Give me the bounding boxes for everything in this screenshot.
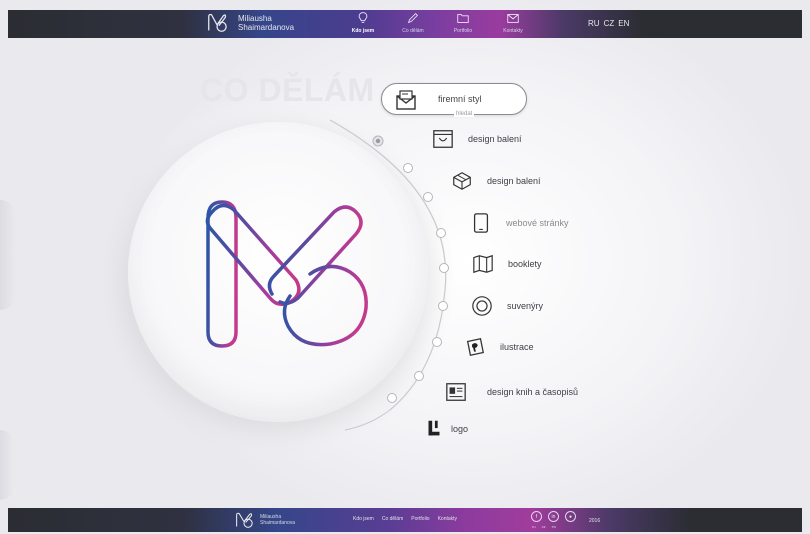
nav-label: Portfolio xyxy=(453,28,473,34)
service-ilustrace[interactable]: ilustrace xyxy=(464,336,534,358)
lang-cz[interactable]: CZ xyxy=(604,19,615,28)
footer-nav-kdo-jsem[interactable]: Kdo jsem xyxy=(353,516,374,522)
service-selected-label: firemní styl xyxy=(438,94,482,104)
lang-en[interactable]: EN xyxy=(618,19,629,28)
brand[interactable]: Miliausha Shaimardanova xyxy=(206,12,298,34)
nav-kontakty[interactable]: Kontakty xyxy=(488,11,538,34)
footer-nav-kontakty[interactable]: Kontakty xyxy=(438,516,457,522)
footer-lang-ru[interactable]: ru xyxy=(532,524,536,529)
service-selected-sub[interactable]: hledat xyxy=(454,111,475,117)
service-design-knih[interactable]: design knih a časopisů xyxy=(445,381,578,403)
service-label: logo xyxy=(451,424,469,434)
pencil-icon xyxy=(407,13,418,24)
language-switcher: RU CZ EN xyxy=(588,19,629,28)
service-label: webové stránky xyxy=(506,218,569,228)
service-label: design knih a časopisů xyxy=(487,387,579,397)
footer-nav-portfolio[interactable]: Portfolio xyxy=(411,516,429,522)
footer-lang-en[interactable]: en xyxy=(552,524,556,529)
footer-bar: Miliausha Shaimardanova Kdo jsem Co dělá… xyxy=(8,508,802,532)
service-label: design balení xyxy=(468,134,522,144)
side-decoration xyxy=(0,430,14,500)
service-design-baleni-2[interactable]: design balení xyxy=(451,170,541,192)
service-label: design balení xyxy=(487,176,541,186)
map-booklet-icon xyxy=(473,254,493,274)
footer-nav: Kdo jsem Co dělám Portfolio Kontakty xyxy=(353,516,457,522)
picture-card-icon xyxy=(466,337,485,357)
service-label: booklety xyxy=(508,259,542,269)
side-decoration xyxy=(0,200,16,310)
envelope-letter-icon xyxy=(396,90,416,110)
lang-ru[interactable]: RU xyxy=(588,19,600,28)
brand-name: Miliausha Shaimardanova xyxy=(238,14,298,32)
service-selected[interactable]: firemní styl hledat xyxy=(381,83,527,117)
folder-icon xyxy=(457,14,469,23)
lightbulb-icon xyxy=(358,12,368,23)
brand-monogram-logo xyxy=(205,200,368,348)
footer-brand[interactable]: Miliausha Shaimardanova xyxy=(234,511,308,529)
service-webove-stranky[interactable]: webové stránky xyxy=(470,212,569,234)
main-nav: Kdo jsem Co dělám Portfolio Kontakty xyxy=(338,11,538,34)
badge-circle-icon xyxy=(472,296,492,316)
service-booklety[interactable]: booklety xyxy=(472,253,542,275)
nav-portfolio[interactable]: Portfolio xyxy=(438,11,488,34)
behance-icon[interactable]: ● xyxy=(565,511,576,522)
service-logo[interactable]: logo xyxy=(423,418,468,440)
footer-language-switcher: ru cz en xyxy=(532,524,556,529)
footer-lang-cz[interactable]: cz xyxy=(542,524,546,529)
nav-label: Co dělám xyxy=(402,28,424,34)
logo-mark-icon xyxy=(428,420,440,436)
nav-kdo-jsem[interactable]: Kdo jsem xyxy=(338,11,388,34)
footer-year: 2016 xyxy=(589,518,601,524)
footer-nav-co-delam[interactable]: Co dělám xyxy=(382,516,403,522)
linkedin-icon[interactable]: in xyxy=(548,511,559,522)
nav-label: Kdo jsem xyxy=(351,28,375,34)
page-title: CO DĚLÁM xyxy=(200,72,375,108)
social-links: f in ● xyxy=(531,511,576,522)
shopping-box-icon xyxy=(433,130,453,148)
newspaper-icon xyxy=(446,383,466,401)
package-box-icon xyxy=(453,172,471,190)
footer-brand-name: Miliausha Shaimardanova xyxy=(260,514,308,526)
brand-logo-icon xyxy=(236,512,253,528)
brand-name-line2: Shaimardanova xyxy=(238,23,295,32)
top-navigation-bar: Miliausha Shaimardanova Kdo jsem Co dělá… xyxy=(8,10,802,38)
service-design-baleni-1[interactable]: design balení xyxy=(432,128,522,150)
service-suvenyry[interactable]: suvenýry xyxy=(471,295,543,317)
facebook-icon[interactable]: f xyxy=(531,511,542,522)
brand-logo-icon xyxy=(208,13,227,32)
nav-co-delam[interactable]: Co dělám xyxy=(388,11,438,34)
service-label: suvenýry xyxy=(507,301,544,311)
envelope-icon xyxy=(507,14,519,23)
tablet-icon xyxy=(473,213,489,233)
brand-name-line1: Miliausha xyxy=(238,14,272,23)
service-label: ilustrace xyxy=(500,342,534,352)
footer-brand-line2: Shaimardanova xyxy=(260,520,296,526)
nav-label: Kontakty xyxy=(503,28,523,34)
